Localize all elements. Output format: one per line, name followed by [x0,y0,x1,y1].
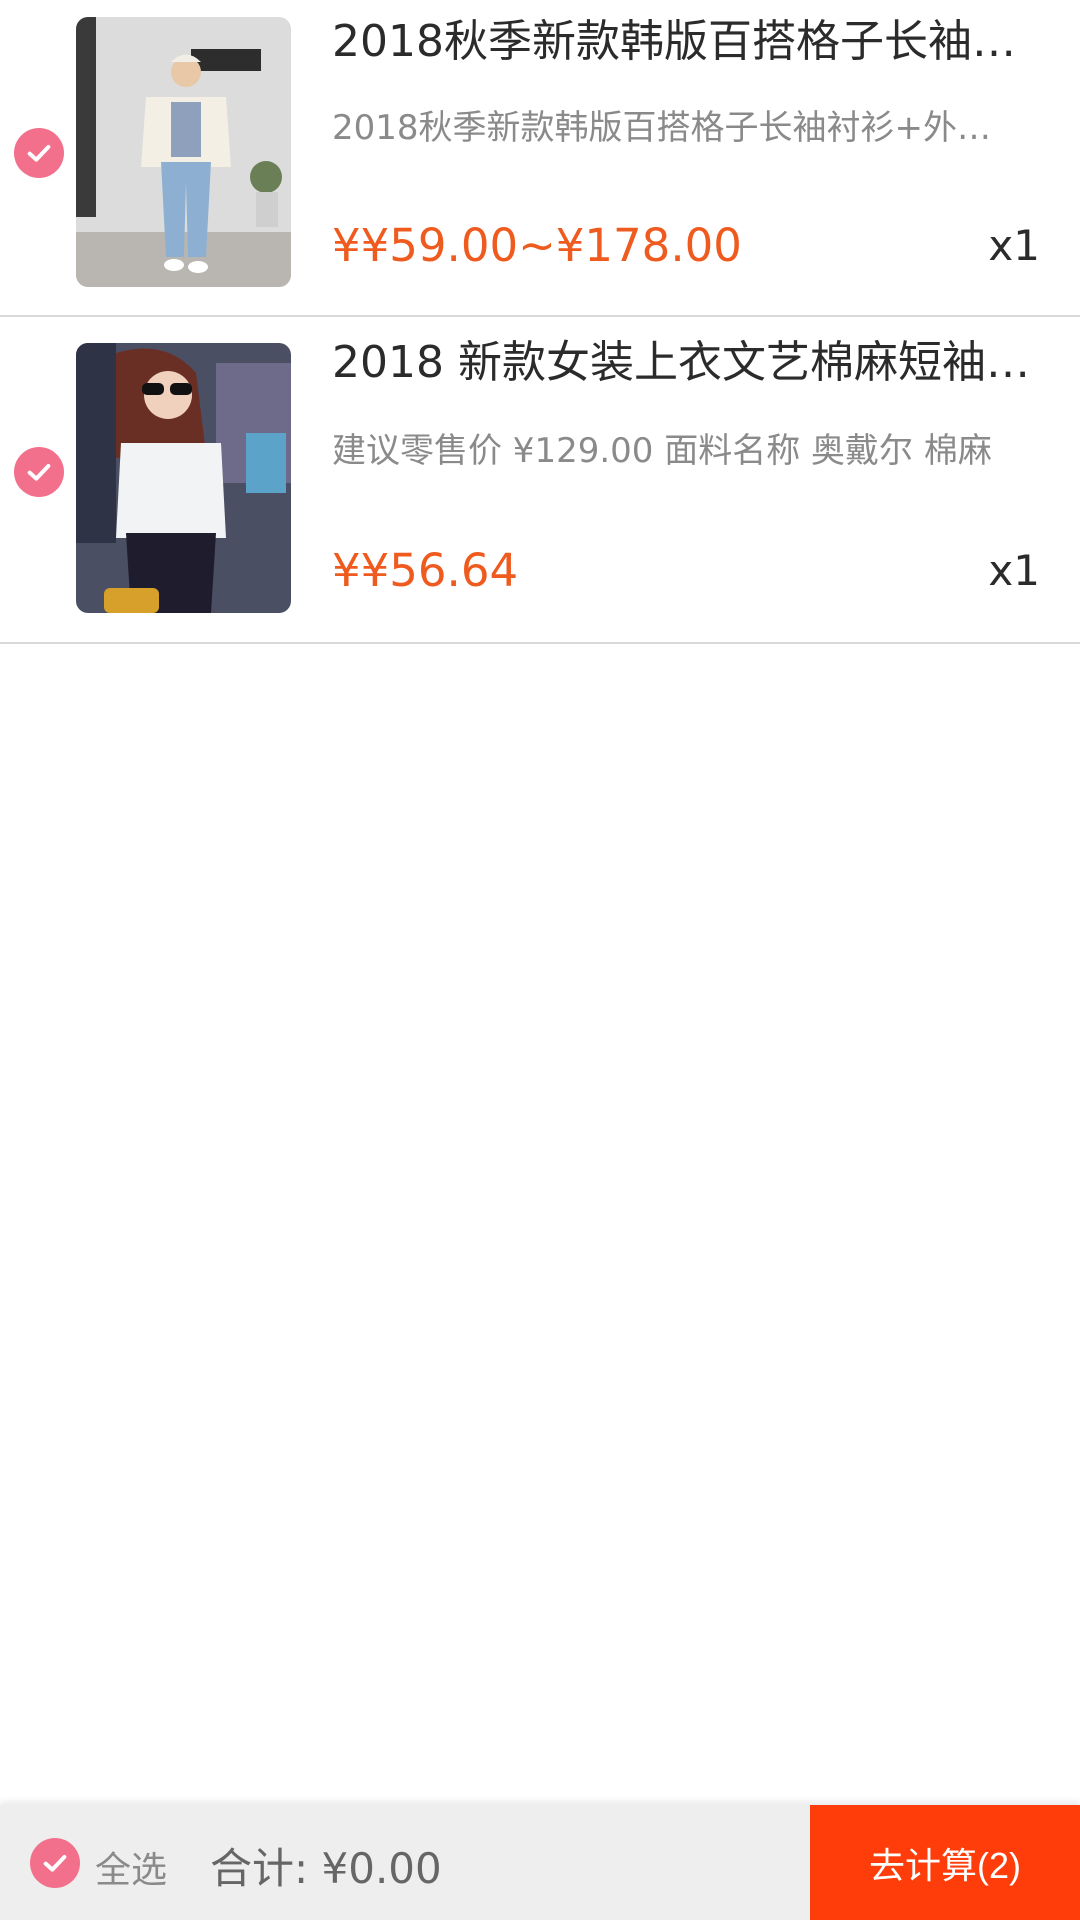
product-price: ¥¥56.64 [332,544,519,597]
product-quantity: x1 [988,221,1040,270]
item-select-check-icon[interactable] [14,128,64,178]
cart-page: 2018秋季新款韩版百搭格子长袖衬衫+外套 2018秋季新款韩版百搭格子长袖衬衫… [0,0,1080,1920]
cart-item-list: 2018秋季新款韩版百搭格子长袖衬衫+外套 2018秋季新款韩版百搭格子长袖衬衫… [0,0,1080,644]
product-thumbnail[interactable] [76,17,291,287]
product-quantity: x1 [988,546,1040,595]
select-all-label[interactable]: 全选 [95,1841,167,1893]
product-title[interactable]: 2018 新款女装上衣文艺棉麻短袖T恤 [332,335,1032,391]
cart-item[interactable]: 2018秋季新款韩版百搭格子长袖衬衫+外套 2018秋季新款韩版百搭格子长袖衬衫… [0,0,1080,317]
product-description: 建议零售价 ¥129.00 面料名称 奥戴尔 棉麻 [332,431,992,471]
product-description: 2018秋季新款韩版百搭格子长袖衬衫+外套两件套 [332,108,1007,148]
product-title[interactable]: 2018秋季新款韩版百搭格子长袖衬衫+外套 [332,14,1032,70]
cart-total: 合计: ¥0.00 [210,1844,442,1893]
checkout-button[interactable]: 去计算(2) [810,1805,1080,1920]
item-select-check-icon[interactable] [14,447,64,497]
product-price: ¥¥59.00~¥178.00 [332,219,742,272]
cart-item[interactable]: 2018 新款女装上衣文艺棉麻短袖T恤 建议零售价 ¥129.00 面料名称 奥… [0,317,1080,644]
product-thumbnail[interactable] [76,343,291,613]
select-all-check-icon[interactable] [30,1838,80,1888]
cart-bottom-bar: 全选 合计: ¥0.00 去计算(2) [0,1805,1080,1920]
